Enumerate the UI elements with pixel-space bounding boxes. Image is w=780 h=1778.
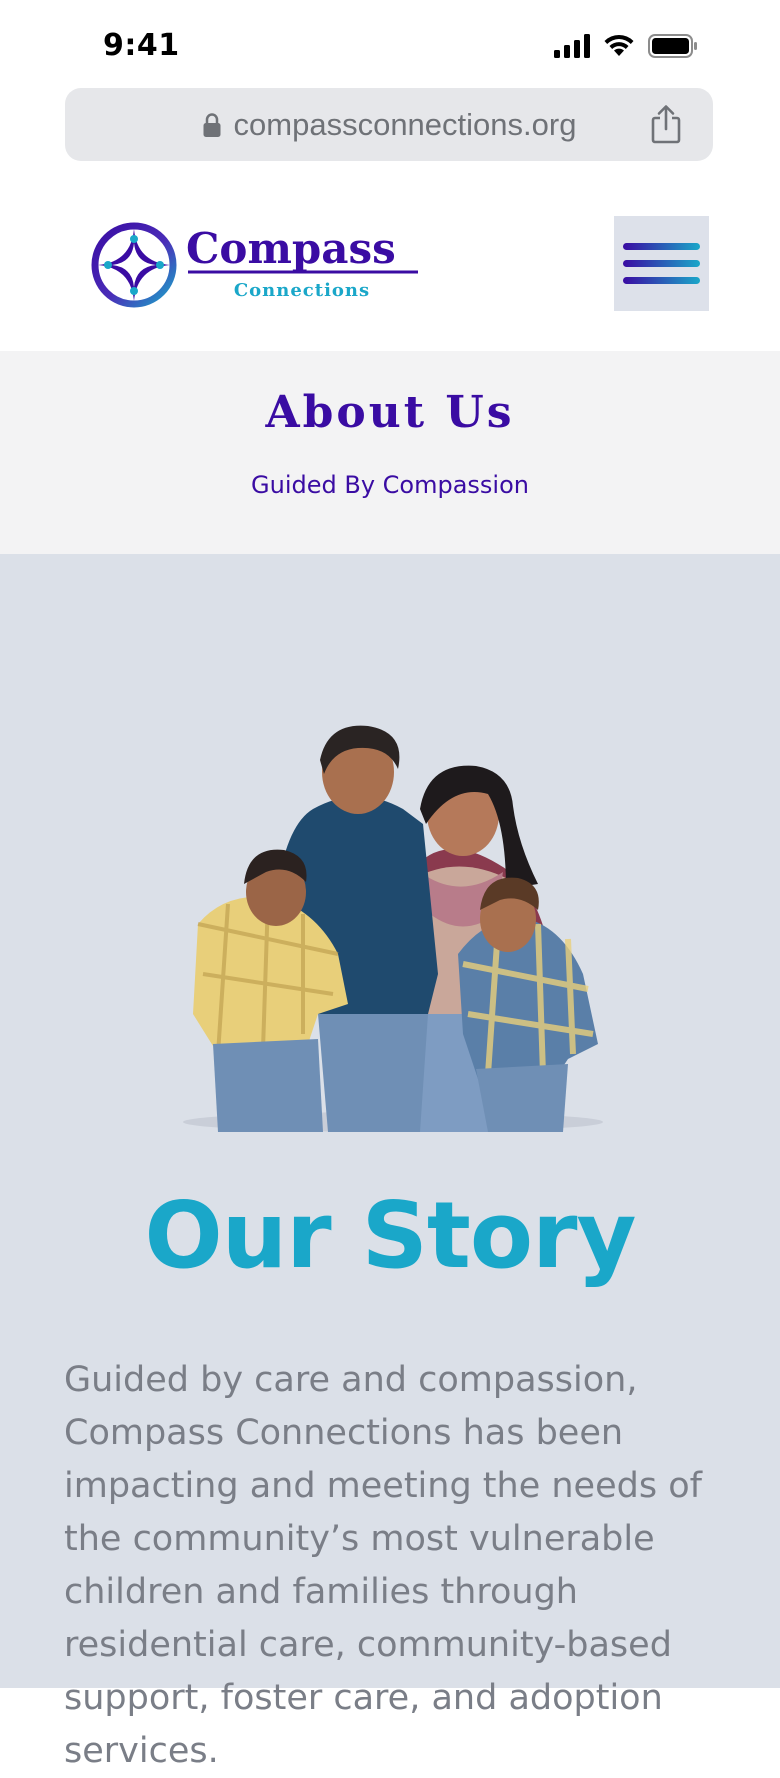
status-bar: 9:41 [0, 0, 780, 90]
section-title: Our Story [144, 1182, 637, 1289]
lock-icon [203, 112, 221, 137]
url-content: compassconnections.org [65, 88, 713, 161]
page-subtitle: Guided By Compassion [251, 471, 529, 499]
compass-connections-logo[interactable]: Compass Connections [90, 219, 430, 311]
logo-subname: Connections [234, 280, 370, 301]
status-icons [554, 34, 698, 58]
battery-icon [648, 34, 697, 58]
site-header: Compass Connections [0, 161, 780, 351]
status-time: 9:41 [103, 28, 180, 63]
browser-url-bar[interactable]: compassconnections.org [65, 88, 713, 161]
wifi-icon [604, 34, 634, 56]
family-photo [183, 725, 603, 1132]
cellular-signal-icon [554, 34, 590, 58]
compass-star-icon [91, 222, 177, 308]
our-story-section: Our Story Guided by care and compassion,… [0, 554, 780, 1771]
section-body-text: Guided by care and compassion, Compass C… [64, 1360, 702, 1771]
menu-button[interactable] [614, 216, 709, 311]
hamburger-menu-icon [623, 243, 700, 250]
page-title: About Us [265, 387, 515, 438]
hamburger-menu-icon-bar [623, 277, 700, 284]
page-banner: About Us Guided By Compassion [0, 351, 780, 554]
share-icon[interactable] [649, 104, 683, 144]
logo-name: Compass [186, 224, 396, 273]
url-text: compassconnections.org [233, 106, 577, 142]
hamburger-menu-icon-bar [623, 260, 700, 267]
